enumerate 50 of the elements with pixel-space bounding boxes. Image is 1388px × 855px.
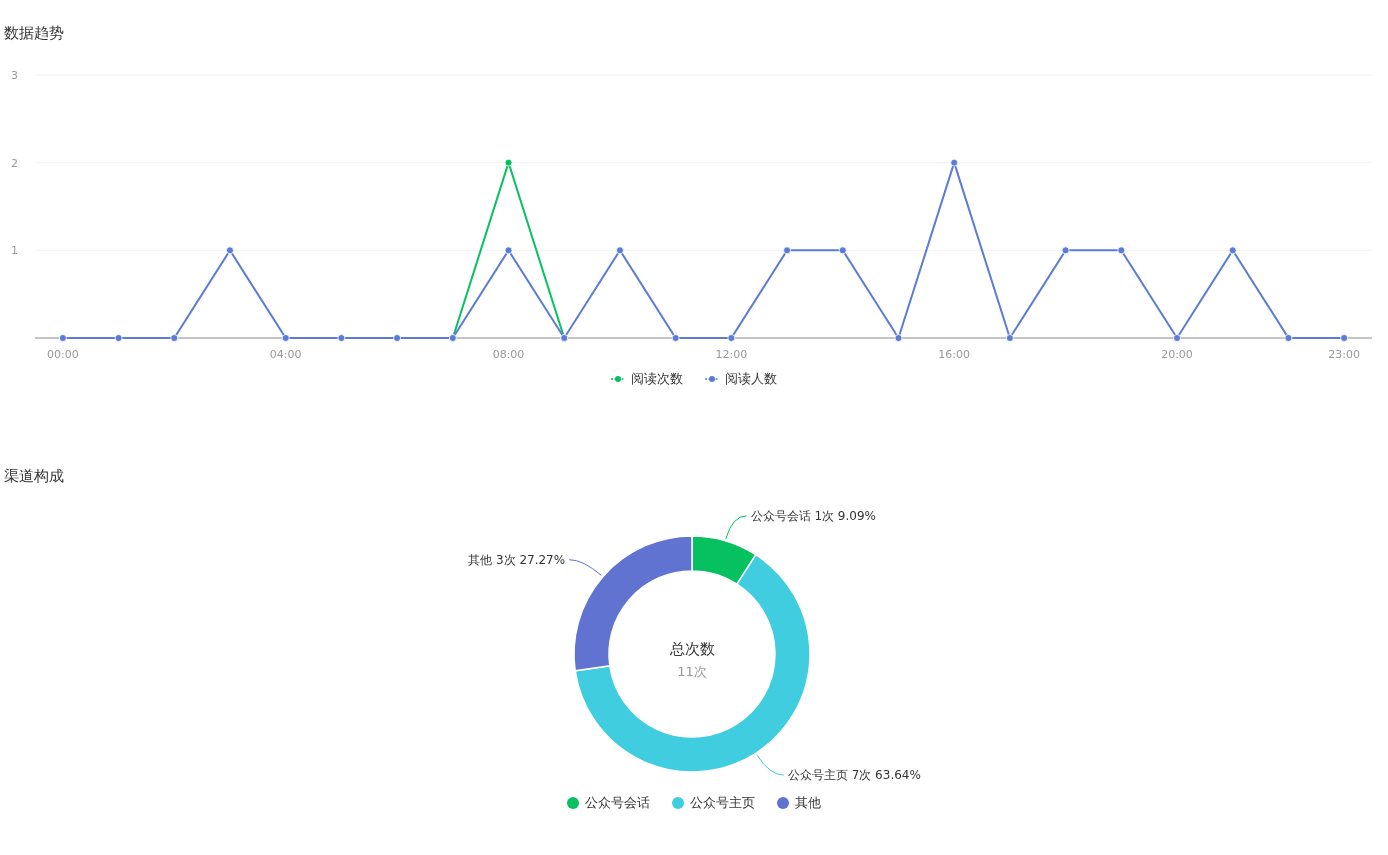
legend-item[interactable]: 阅读次数 (611, 370, 683, 388)
data-point (838, 246, 847, 255)
data-point (504, 246, 513, 255)
data-point (727, 334, 736, 342)
axis-label: 04:00 (269, 348, 302, 361)
data-point (671, 334, 680, 342)
data-point (783, 246, 791, 255)
legend-line-icon (611, 375, 625, 383)
data-point (1006, 334, 1014, 342)
axis-label: 00:00 (47, 348, 79, 361)
leader-line (756, 754, 785, 776)
axis-label: 1 (11, 244, 18, 258)
data-point (226, 246, 234, 255)
data-point (616, 246, 624, 255)
data-point (504, 158, 513, 167)
center-title: 总次数 (669, 640, 715, 658)
slice-label: 公众号主页 7次 63.64% (787, 768, 921, 783)
data-point (1117, 246, 1126, 255)
data-point (58, 334, 67, 342)
axis-label: 12:00 (715, 348, 748, 361)
section-title: 数据趋势 (3, 23, 65, 43)
data-point (950, 158, 959, 167)
axis-label: 08:00 (492, 348, 525, 361)
data-point (170, 334, 179, 342)
data-point (1061, 246, 1070, 255)
data-point (1173, 334, 1181, 342)
legend-item[interactable]: 公众号会话 (567, 794, 650, 812)
slice-label: 公众号会话 1次 9.09% (750, 508, 876, 523)
axis-label: 2 (11, 156, 18, 170)
data-point (337, 334, 346, 342)
legend-item[interactable]: 其他 (777, 794, 821, 812)
axis-label: 20:00 (1161, 348, 1193, 361)
axis-label: 16:00 (938, 348, 971, 361)
slice-label: 其他 3次 27.27% (468, 552, 566, 567)
data-point (393, 334, 401, 342)
axis-label: 3 (11, 69, 18, 82)
leader-line (568, 559, 602, 576)
legend-item[interactable]: 阅读人数 (705, 370, 777, 388)
data-point (1340, 334, 1349, 342)
leader-line (725, 515, 748, 540)
data-point (894, 334, 903, 342)
data-point (281, 334, 290, 342)
data-point (1284, 334, 1293, 342)
legend-line-icon (705, 375, 719, 383)
data-point (1228, 246, 1237, 255)
section-title: 渠道构成 (3, 466, 65, 486)
axis-label: 23:00 (1328, 348, 1360, 361)
center-value: 11次 (677, 664, 707, 679)
data-point (114, 334, 123, 342)
legend-item[interactable]: 公众号主页 (672, 794, 755, 812)
